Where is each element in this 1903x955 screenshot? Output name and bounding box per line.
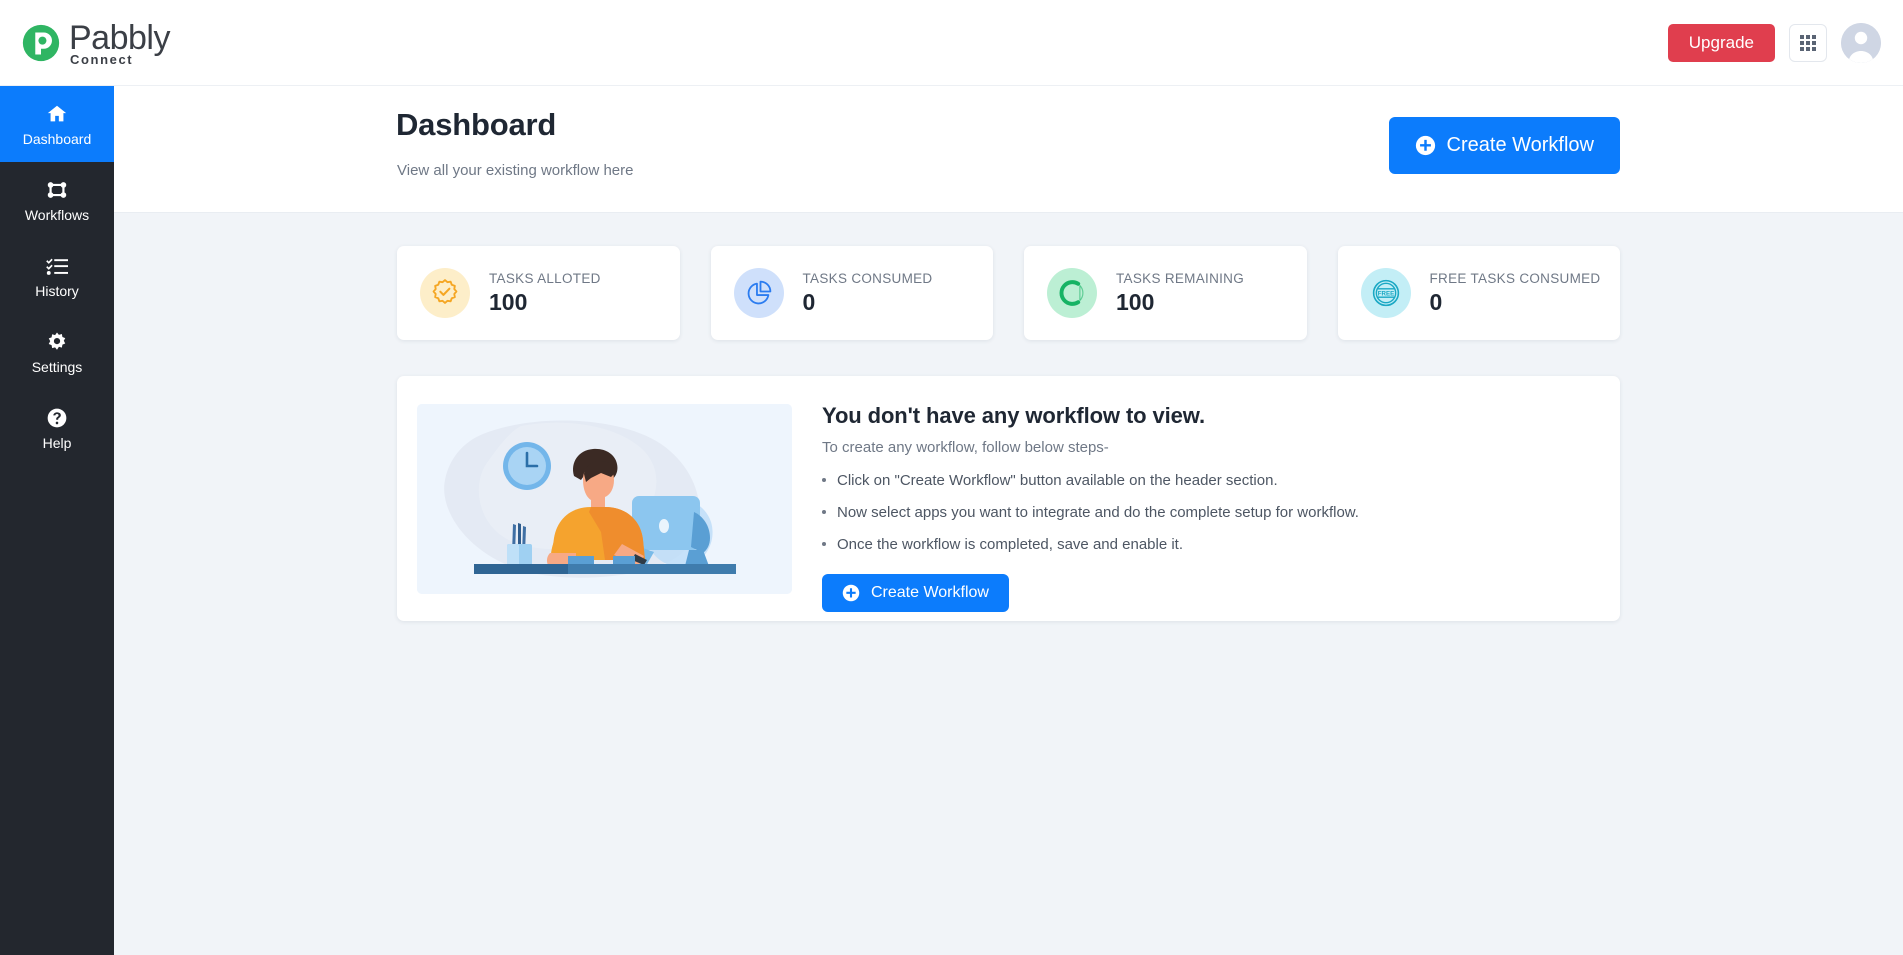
workflows-nodes-icon: [47, 181, 67, 198]
question-circle-icon: [47, 408, 67, 427]
plus-circle-icon: [842, 584, 860, 602]
stat-label: TASKS REMAINING: [1116, 270, 1245, 286]
sidebar-item-help[interactable]: Help: [0, 390, 114, 466]
sidebar-label-settings: Settings: [31, 358, 83, 375]
gear-icon: [48, 331, 66, 350]
create-workflow-button-panel[interactable]: Create Workflow: [822, 574, 1009, 612]
stat-label: FREE TASKS CONSUMED: [1429, 270, 1601, 286]
page-header-band: Dashboard View all your existing workflo…: [114, 86, 1903, 213]
grid-apps-icon: [1800, 34, 1816, 51]
create-workflow-button-header[interactable]: Create Workflow: [1388, 117, 1620, 174]
logo-wordmark: Pabbly: [69, 18, 170, 57]
user-avatar[interactable]: [1841, 22, 1881, 63]
plus-circle-icon: [1415, 135, 1435, 156]
empty-state-title: You don't have any workflow to view.: [822, 403, 1206, 428]
upgrade-button[interactable]: Upgrade: [1667, 23, 1775, 62]
donut-progress-icon-bubble: [1047, 268, 1097, 318]
free-stamp-text: FREE: [1377, 290, 1393, 297]
sidebar-label-dashboard: Dashboard: [22, 130, 92, 147]
sidebar-label-workflows: Workflows: [24, 206, 90, 223]
sidebar-item-history[interactable]: History: [0, 238, 114, 314]
stat-value: 0: [1429, 288, 1443, 315]
illustration-svg: [417, 404, 792, 594]
person-at-desk-illustration: [417, 404, 792, 594]
sidebar-label-history: History: [35, 282, 79, 299]
app-root: Pabbly Connect Upgrade Dashboard Workflo…: [0, 0, 1903, 955]
badge-check-icon: [432, 279, 458, 304]
home-icon: [47, 105, 67, 121]
page-subtitle: View all your existing workflow here: [397, 162, 634, 179]
free-stamp-icon: FREE: [1372, 279, 1399, 307]
sidebar-item-dashboard[interactable]: Dashboard: [0, 86, 114, 162]
sidebar-item-settings[interactable]: Settings: [0, 314, 114, 390]
create-workflow-label-header: Create Workflow: [1446, 134, 1594, 156]
stat-card-free-tasks-consumed: FREE FREE TASKS CONSUMED 0: [1337, 246, 1620, 340]
stat-card-tasks-alloted: TASKS ALLOTED 100: [397, 246, 680, 340]
stat-label: TASKS CONSUMED: [802, 270, 933, 286]
stat-value: 100: [1116, 288, 1155, 315]
apps-grid-button[interactable]: [1789, 23, 1827, 62]
stat-value: 0: [802, 288, 816, 315]
page-title: Dashboard: [396, 107, 557, 142]
stat-value: 100: [489, 288, 528, 315]
top-header-bar: Pabbly Connect Upgrade: [0, 0, 1903, 86]
stat-card-tasks-consumed: TASKS CONSUMED 0: [710, 246, 993, 340]
donut-progress-icon: [1059, 280, 1084, 306]
pie-chart-icon: [747, 280, 772, 304]
empty-state-steps: Click on "Create Workflow" button availa…: [822, 473, 1359, 552]
empty-state-subtitle: To create any workflow, follow below ste…: [822, 439, 1109, 456]
sidebar-item-workflows[interactable]: Workflows: [0, 162, 114, 238]
pie-chart-icon-bubble: [733, 268, 784, 318]
list-item: Once the workflow is completed, save and…: [822, 537, 1359, 552]
user-avatar-icon: [1841, 22, 1881, 63]
badge-check-icon-bubble: [420, 268, 470, 318]
stat-cards-row: TASKS ALLOTED 100 TASKS CONSUMED 0 TASKS…: [397, 246, 1620, 340]
header-actions: Upgrade: [1667, 22, 1881, 63]
empty-state-panel: You don't have any workflow to view. To …: [397, 376, 1620, 621]
list-checklist-icon: [46, 258, 68, 275]
pabbly-connect-logo[interactable]: Pabbly Connect: [20, 20, 170, 66]
stat-card-tasks-remaining: TASKS REMAINING 100: [1024, 246, 1307, 340]
left-sidebar: Dashboard Workflows History Settings Hel…: [0, 86, 114, 955]
free-stamp-icon-bubble: FREE: [1360, 268, 1411, 318]
list-item: Now select apps you want to integrate an…: [822, 505, 1359, 520]
stat-label: TASKS ALLOTED: [489, 270, 601, 286]
create-workflow-label-panel: Create Workflow: [871, 584, 989, 601]
empty-state-body: You don't have any workflow to view. To …: [822, 403, 1359, 612]
sidebar-label-help: Help: [42, 434, 72, 451]
pabbly-logo-icon: [22, 24, 60, 61]
list-item: Click on "Create Workflow" button availa…: [822, 473, 1359, 488]
